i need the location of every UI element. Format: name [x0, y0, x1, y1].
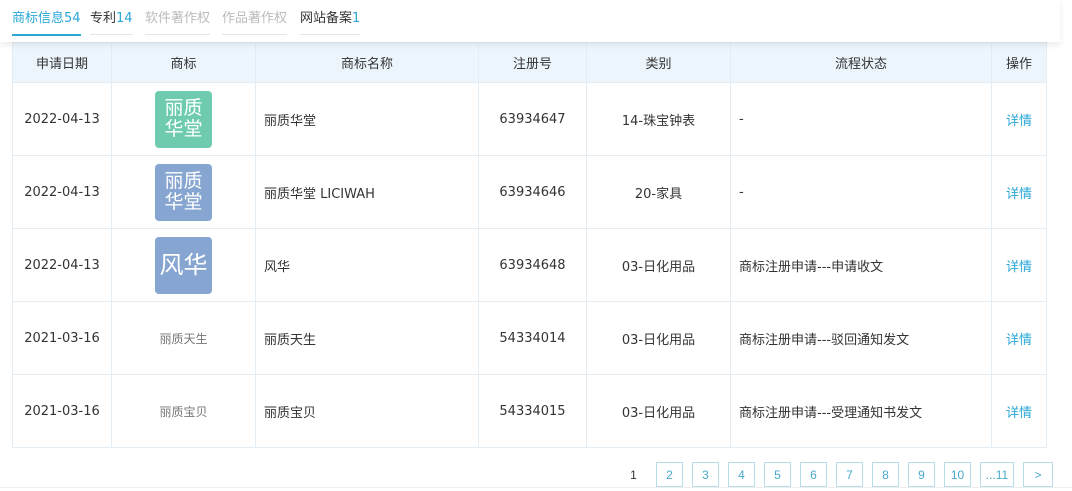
header-status: 流程状态 [730, 42, 992, 83]
divider [0, 487, 1072, 488]
logo-text: 华堂 [164, 190, 203, 213]
action-cell: 详情 [991, 374, 1047, 448]
name-cell: 丽质天生 [255, 301, 479, 375]
logo-cell: 丽质 华堂 [111, 155, 256, 229]
page-button[interactable]: 6 [800, 462, 827, 487]
pagination: 1 2 3 4 5 6 7 8 9 10 ...11 > [620, 462, 1053, 487]
tab-count: 14 [116, 11, 133, 26]
tab-patent[interactable]: 专利14 [90, 7, 133, 35]
page-current: 1 [630, 467, 637, 482]
logo-text: 丽质 [164, 96, 203, 119]
trademark-table: 申请日期 商标 商标名称 注册号 类别 流程状态 操作 2022-04-13 丽… [12, 42, 1047, 448]
reg-no-cell: 54334015 [478, 374, 587, 448]
date-cell: 2022-04-13 [12, 82, 112, 156]
page-button[interactable]: 5 [764, 462, 791, 487]
status-cell: 商标注册申请---申请收文 [730, 228, 992, 302]
tab-label: 网站备案 [300, 11, 353, 26]
details-link[interactable]: 详情 [1006, 333, 1032, 348]
reg-no-cell: 63934647 [478, 82, 587, 156]
date-cell: 2022-04-13 [12, 228, 112, 302]
logo-cell: 丽质天生 [111, 301, 256, 375]
header-reg-no: 注册号 [478, 42, 587, 83]
trademark-logo: 风华 [155, 236, 212, 294]
header-date: 申请日期 [12, 42, 112, 83]
category-cell: 20-家具 [586, 155, 731, 229]
header-action: 操作 [991, 42, 1047, 83]
tab-software-copyright[interactable]: 软件著作权 [145, 7, 211, 35]
category-cell: 03-日化用品 [586, 374, 731, 448]
page-button[interactable]: 9 [908, 462, 935, 487]
tab-trademark[interactable]: 商标信息54 [12, 7, 81, 36]
tab-label: 软件著作权 [145, 11, 211, 26]
tab-count: 54 [64, 11, 81, 26]
logo-text: 风华 [159, 250, 208, 279]
tab-label: 作品著作权 [222, 11, 288, 26]
table-row: 2022-04-13 风华 风华 63934648 03-日化用品 商标注册申请… [12, 228, 1047, 302]
logo-cell: 风华 [111, 228, 256, 302]
tab-count: 1 [352, 11, 361, 26]
details-link[interactable]: 详情 [1006, 406, 1032, 421]
logo-text: 华堂 [164, 117, 203, 140]
tab-bar: 商标信息54 专利14 软件著作权 作品著作权 网站备案1 [0, 0, 1060, 42]
status-cell: 商标注册申请---受理通知书发文 [730, 374, 992, 448]
page-button[interactable]: 10 [944, 462, 971, 487]
details-link[interactable]: 详情 [1006, 187, 1032, 202]
table-header: 申请日期 商标 商标名称 注册号 类别 流程状态 操作 [12, 42, 1047, 83]
page-button[interactable]: 8 [872, 462, 899, 487]
logo-cell: 丽质宝贝 [111, 374, 256, 448]
trademark-logo: 丽质 华堂 [155, 163, 212, 221]
details-link[interactable]: 详情 [1006, 114, 1032, 129]
category-cell: 03-日化用品 [586, 228, 731, 302]
logo-cell: 丽质 华堂 [111, 82, 256, 156]
name-cell: 丽质华堂 [255, 82, 479, 156]
reg-no-cell: 54334014 [478, 301, 587, 375]
trademark-logo: 丽质天生 [159, 331, 208, 346]
table-row: 2022-04-13 丽质 华堂 丽质华堂 63934647 14-珠宝钟表 - … [12, 82, 1047, 156]
date-cell: 2021-03-16 [12, 374, 112, 448]
logo-text: 丽质 [164, 169, 203, 192]
header-name: 商标名称 [255, 42, 479, 83]
name-cell: 丽质华堂 LICIWAH [255, 155, 479, 229]
tab-work-copyright[interactable]: 作品著作权 [222, 7, 288, 35]
reg-no-cell: 63934648 [478, 228, 587, 302]
status-cell: 商标注册申请---驳回通知发文 [730, 301, 992, 375]
tab-label: 专利 [90, 11, 117, 26]
name-cell: 风华 [255, 228, 479, 302]
category-cell: 03-日化用品 [586, 301, 731, 375]
details-link[interactable]: 详情 [1006, 260, 1032, 275]
page-button[interactable]: 4 [728, 462, 755, 487]
date-cell: 2021-03-16 [12, 301, 112, 375]
action-cell: 详情 [991, 301, 1047, 375]
tab-label: 商标信息 [12, 11, 65, 26]
table-row: 2022-04-13 丽质 华堂 丽质华堂 LICIWAH 63934646 20… [12, 155, 1047, 229]
page-button-last[interactable]: ...11 [980, 462, 1014, 487]
date-cell: 2022-04-13 [12, 155, 112, 229]
name-cell: 丽质宝贝 [255, 374, 479, 448]
table-row: 2021-03-16 丽质宝贝 丽质宝贝 54334015 03-日化用品 商标… [12, 374, 1047, 448]
page-button[interactable]: 7 [836, 462, 863, 487]
action-cell: 详情 [991, 155, 1047, 229]
header-category: 类别 [586, 42, 731, 83]
next-page-button[interactable]: > [1023, 462, 1053, 487]
action-cell: 详情 [991, 228, 1047, 302]
header-logo: 商标 [111, 42, 256, 83]
status-cell: - [730, 82, 992, 156]
table-row: 2021-03-16 丽质天生 丽质天生 54334014 03-日化用品 商标… [12, 301, 1047, 375]
page-button[interactable]: 3 [692, 462, 719, 487]
page-button[interactable]: 2 [656, 462, 683, 487]
action-cell: 详情 [991, 82, 1047, 156]
category-cell: 14-珠宝钟表 [586, 82, 731, 156]
status-cell: - [730, 155, 992, 229]
tab-website-record[interactable]: 网站备案1 [300, 7, 361, 35]
reg-no-cell: 63934646 [478, 155, 587, 229]
trademark-logo: 丽质宝贝 [159, 404, 208, 419]
trademark-logo: 丽质 华堂 [155, 90, 212, 148]
